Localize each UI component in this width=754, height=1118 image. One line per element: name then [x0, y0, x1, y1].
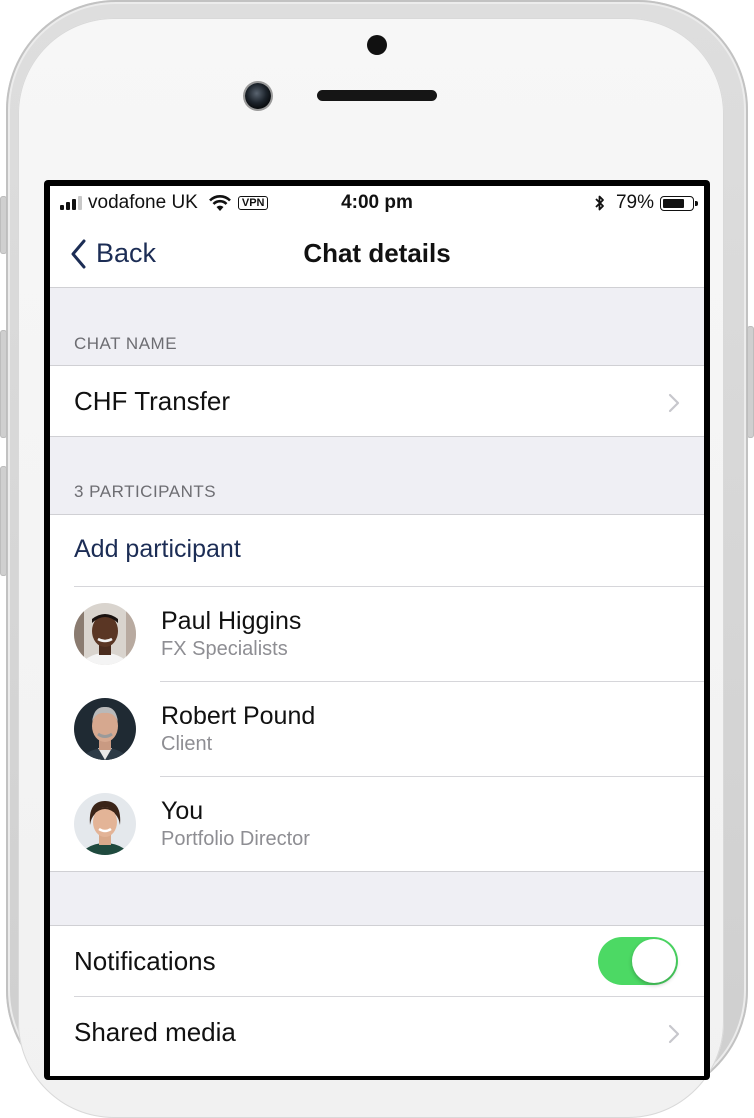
proximity-sensor	[367, 35, 387, 55]
participant-row[interactable]: Paul Higgins FX Specialists	[50, 587, 704, 681]
shared-media-label: Shared media	[74, 1017, 236, 1047]
participant-name: Robert Pound	[161, 702, 316, 730]
bluetooth-icon	[595, 195, 604, 211]
chat-name-group: CHF Transfer	[50, 365, 704, 437]
navigation-bar: Back Chat details	[50, 220, 704, 288]
participant-row[interactable]: You Portfolio Director	[50, 777, 704, 871]
chevron-right-icon	[668, 393, 680, 413]
app-screen: vodafone UK VPN 4:00 pm 79% Back Chat de…	[50, 186, 704, 1076]
screen: vodafone UK VPN 4:00 pm 79% Back Chat de…	[44, 180, 710, 1080]
battery-level	[663, 198, 684, 208]
notifications-row: Notifications	[50, 926, 704, 996]
back-label: Back	[96, 238, 157, 268]
notifications-label: Notifications	[74, 946, 216, 976]
front-camera	[245, 83, 271, 109]
avatar	[74, 793, 136, 855]
participant-role: Portfolio Director	[161, 828, 310, 850]
battery-icon	[660, 195, 698, 211]
toggle-knob	[632, 939, 676, 983]
battery-percent: 79%	[615, 192, 654, 213]
participant-name: Paul Higgins	[161, 607, 302, 635]
participants-group: Add participant Paul Higgins FX Speciali…	[50, 514, 704, 872]
participants-header-label: 3 PARTICIPANTS	[74, 482, 217, 501]
volume-down-button	[0, 466, 7, 576]
participant-role: Client	[161, 733, 213, 755]
power-button	[747, 326, 754, 438]
avatar-photo	[74, 793, 136, 855]
avatar-photo	[74, 698, 136, 760]
participant-name: You	[161, 797, 204, 825]
status-bar: vodafone UK VPN 4:00 pm 79%	[50, 186, 704, 220]
status-right: 79%	[594, 192, 698, 214]
chat-name-header-label: CHAT NAME	[74, 334, 178, 353]
chat-name-header: CHAT NAME	[50, 288, 704, 366]
add-participant-row[interactable]: Add participant	[50, 515, 704, 586]
add-participant-button[interactable]: Add participant	[74, 535, 241, 564]
settings-group: Notifications Shared media	[50, 925, 704, 1076]
battery-tip	[695, 200, 698, 206]
earpiece-speaker	[317, 90, 437, 101]
notifications-toggle[interactable]	[598, 937, 678, 985]
chevron-left-icon	[71, 239, 86, 268]
chat-name-row[interactable]: CHF Transfer	[50, 366, 704, 436]
chat-name-value: CHF Transfer	[74, 386, 231, 416]
participant-role: FX Specialists	[161, 638, 288, 660]
volume-up-button	[0, 330, 7, 438]
shared-media-row[interactable]: Shared media	[50, 997, 704, 1067]
participant-row[interactable]: Robert Pound Client	[50, 682, 704, 776]
participants-header: 3 PARTICIPANTS	[50, 436, 704, 514]
chevron-right-icon	[668, 1024, 680, 1044]
avatar	[74, 603, 136, 665]
avatar	[74, 698, 136, 760]
back-button[interactable]: Back	[70, 220, 156, 287]
mute-switch	[0, 196, 7, 254]
avatar-photo	[74, 603, 136, 665]
